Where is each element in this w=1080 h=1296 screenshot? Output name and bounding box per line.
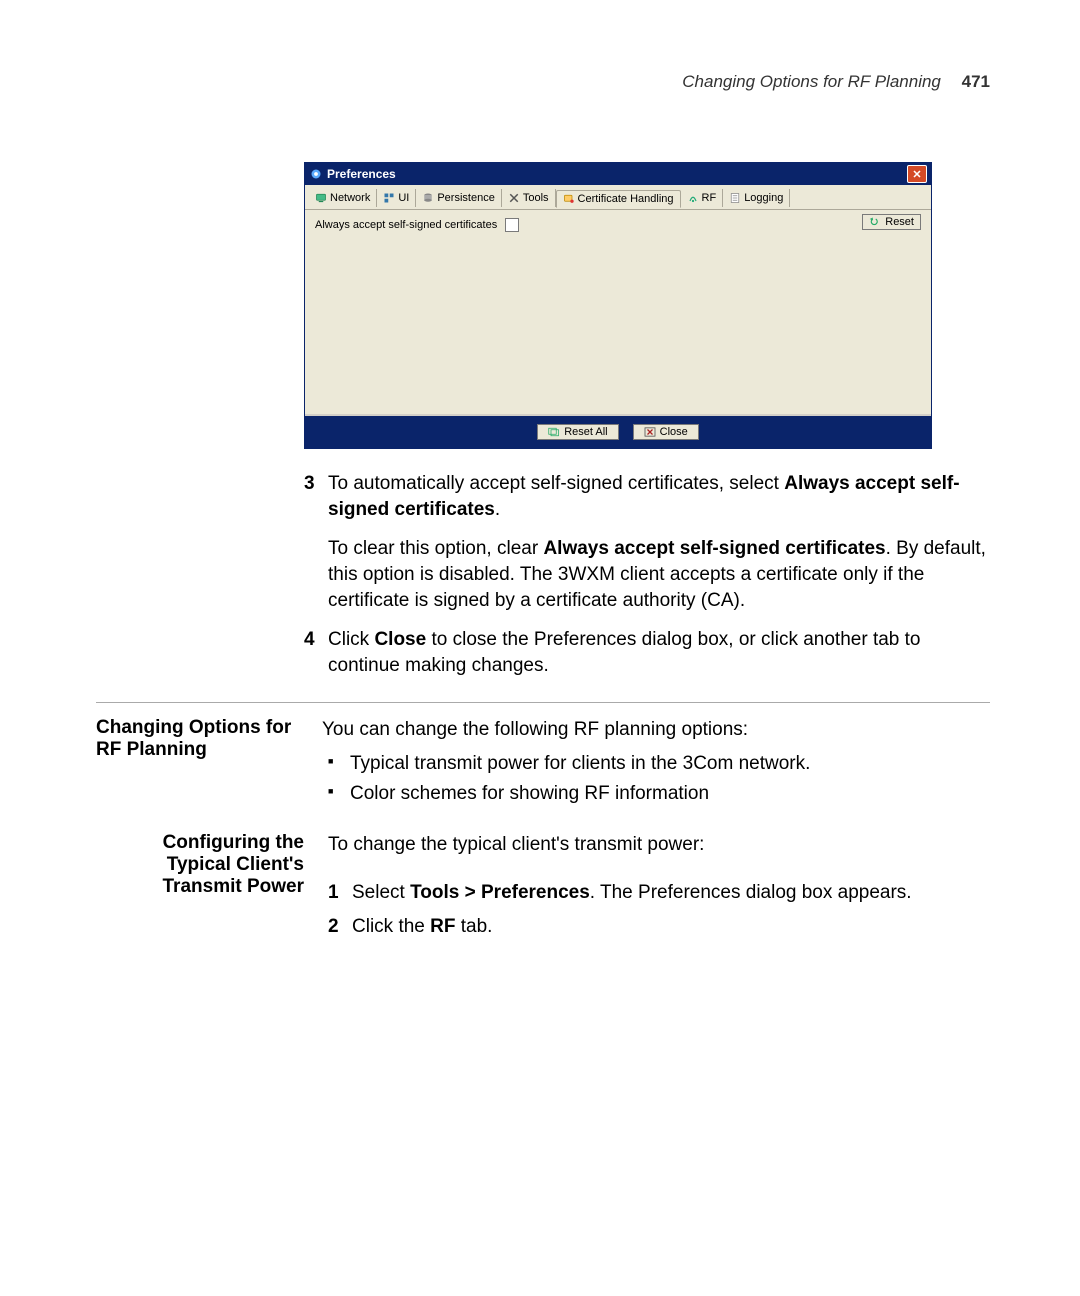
running-header-title: Changing Options for RF Planning [682, 72, 941, 91]
page-number: 471 [962, 72, 990, 91]
tab-certificate-handling[interactable]: Certificate Handling [556, 190, 681, 208]
s1-pre: Select [352, 882, 410, 903]
tab-label: Network [330, 192, 370, 204]
step-4: 4 Click Close to close the Preferences d… [304, 627, 990, 678]
reset-all-button[interactable]: Reset All [537, 424, 618, 440]
reset-all-label: Reset All [564, 426, 607, 438]
tab-label: UI [398, 192, 409, 204]
s2-pre: Click the [352, 916, 430, 937]
tab-network[interactable]: Network [309, 189, 377, 207]
close-button[interactable]: Close [633, 424, 699, 440]
section-intro: You can change the following RF planning… [322, 717, 990, 743]
step-3-note-bold: Always accept self-signed certificates [543, 538, 885, 559]
step-3-post: . [495, 499, 500, 520]
bullet-item: Typical transmit power for clients in th… [322, 751, 990, 777]
substep-2: 2 Click the RF tab. [328, 914, 990, 940]
tab-label: RF [702, 192, 717, 204]
always-accept-row: Always accept self-signed certificates [315, 218, 921, 232]
app-icon [309, 167, 323, 181]
preferences-dialog: Preferences ✕ Network UI Persistence Too… [304, 162, 932, 449]
section-heading: Configuring the Typical Client's Transmi… [96, 832, 328, 947]
always-accept-label: Always accept self-signed certificates [315, 219, 497, 231]
step-number: 1 [328, 880, 352, 906]
reset-button[interactable]: Reset [862, 214, 921, 230]
substep-1: 1 Select Tools > Preferences. The Prefer… [328, 880, 990, 906]
tab-label: Tools [523, 192, 549, 204]
dialog-button-bar: Reset All Close [305, 414, 931, 448]
s1-post: . The Preferences dialog box appears. [590, 882, 912, 903]
step-3-note-pre: To clear this option, clear [328, 538, 543, 559]
step-3: 3 To automatically accept self-signed ce… [304, 471, 990, 522]
tab-persistence[interactable]: Persistence [416, 189, 501, 207]
section-divider [96, 702, 990, 703]
s2-bold: RF [430, 916, 455, 937]
running-header: Changing Options for RF Planning 471 [96, 72, 990, 92]
reset-label: Reset [885, 216, 914, 228]
tabstrip: Network UI Persistence Tools Certificate… [305, 185, 931, 209]
bullet-item: Color schemes for showing RF information [322, 781, 990, 807]
tab-label: Certificate Handling [578, 193, 674, 205]
tab-tools[interactable]: Tools [502, 189, 556, 207]
section-transmit-power: Configuring the Typical Client's Transmi… [96, 832, 990, 947]
titlebar: Preferences ✕ [305, 163, 931, 185]
tab-label: Logging [744, 192, 783, 204]
step-4-bold: Close [374, 629, 426, 650]
section-heading: Changing Options for RF Planning [96, 717, 322, 810]
step-3-pre: To automatically accept self-signed cert… [328, 473, 784, 494]
step-number: 4 [304, 627, 328, 678]
page: Changing Options for RF Planning 471 Pre… [0, 0, 1080, 1296]
section-bullets: Typical transmit power for clients in th… [322, 751, 990, 806]
step-number: 2 [328, 914, 352, 940]
titlebar-close-button[interactable]: ✕ [907, 165, 927, 183]
tab-label: Persistence [437, 192, 494, 204]
step-number: 3 [304, 471, 328, 522]
section-intro: To change the typical client's transmit … [328, 832, 990, 858]
s2-post: tab. [455, 916, 492, 937]
titlebar-title: Preferences [327, 167, 396, 181]
dialog-body: Always accept self-signed certificates R… [305, 209, 931, 414]
step-4-pre: Click [328, 629, 374, 650]
tab-logging[interactable]: Logging [723, 189, 790, 207]
tab-ui[interactable]: UI [377, 189, 416, 207]
s1-bold: Tools > Preferences [410, 882, 590, 903]
tab-rf[interactable]: RF [681, 189, 724, 207]
close-label: Close [660, 426, 688, 438]
section-rf-options: Changing Options for RF Planning You can… [96, 717, 990, 810]
body-column: 3 To automatically accept self-signed ce… [304, 471, 990, 678]
step-3-note: To clear this option, clear Always accep… [328, 536, 990, 613]
always-accept-checkbox[interactable] [505, 218, 519, 232]
